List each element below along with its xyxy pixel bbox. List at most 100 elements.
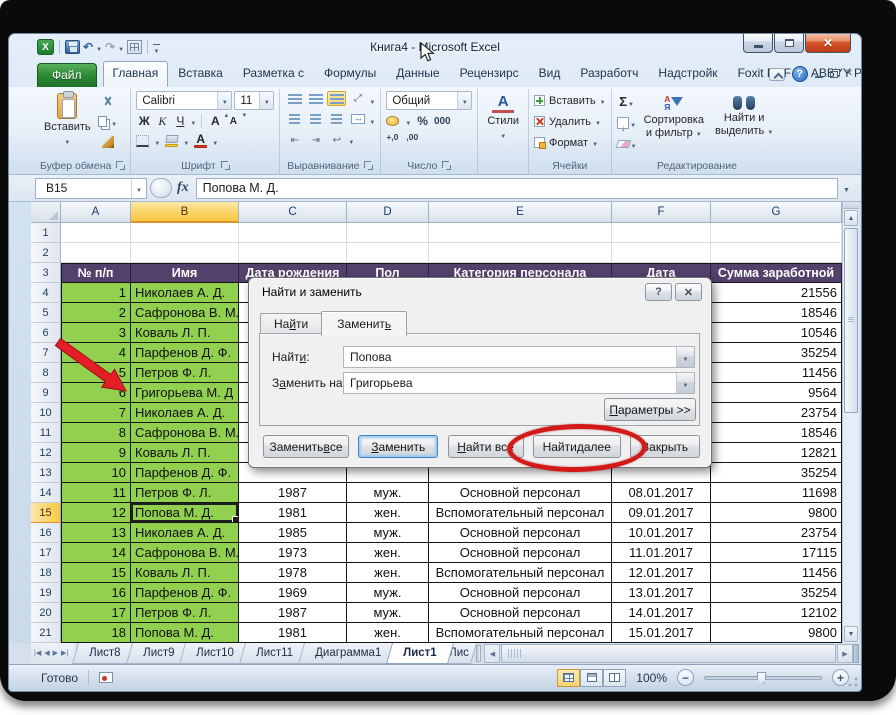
cell-B11[interactable]: Сафронова В. М.: [131, 423, 239, 443]
cell-G3[interactable]: Сумма заработной: [711, 263, 842, 283]
paste-button[interactable]: Вставить: [40, 91, 95, 150]
autosum-button[interactable]: Σ: [617, 93, 637, 110]
cell-A10[interactable]: 7: [61, 403, 131, 423]
cell-C14[interactable]: 1987: [239, 483, 347, 503]
cell-A17[interactable]: 14: [61, 543, 131, 563]
cell-G11[interactable]: 18546: [711, 423, 842, 443]
row-header-13[interactable]: 13: [31, 463, 61, 483]
cell-G16[interactable]: 23754: [711, 523, 842, 543]
cell-G20[interactable]: 12102: [711, 603, 842, 623]
horizontal-scroll-thumb[interactable]: [501, 644, 836, 663]
shrink-font-button[interactable]: А ▼: [225, 113, 248, 129]
scroll-up-icon[interactable]: [844, 210, 858, 226]
borders-icon[interactable]: [136, 135, 150, 147]
options-button[interactable]: Параметры >>: [604, 398, 696, 421]
cell-A18[interactable]: 15: [61, 563, 131, 583]
cell-G12[interactable]: 12821: [711, 443, 842, 463]
cell-A4[interactable]: 1: [61, 283, 131, 303]
cell-B5[interactable]: Сафронова В. М.: [131, 303, 239, 323]
vertical-split-handle[interactable]: [843, 202, 859, 209]
decrease-decimal-button[interactable]: ,00: [406, 132, 418, 142]
undo-icon[interactable]: ↶: [83, 40, 93, 54]
cell-B10[interactable]: Николаев А. Д.: [131, 403, 239, 423]
cell-A12[interactable]: 9: [61, 443, 131, 463]
excel-logo-icon[interactable]: [37, 39, 54, 55]
cell-C21[interactable]: 1981: [239, 623, 347, 643]
hscroll-left-icon[interactable]: [484, 644, 501, 663]
select-all-corner[interactable]: [31, 202, 61, 223]
mini-minimize-icon[interactable]: [814, 76, 823, 78]
row-header-14[interactable]: 14: [31, 483, 61, 503]
button-Заменить все[interactable]: Заменить в се: [263, 435, 349, 458]
cell-G6[interactable]: 10546: [711, 323, 842, 343]
cell-F19[interactable]: 13.01.2017: [612, 583, 711, 603]
increase-indent-button[interactable]: [306, 131, 325, 146]
cell-G21[interactable]: 9800: [711, 623, 842, 643]
styles-button[interactable]: А Стили: [483, 91, 523, 143]
sheet-tab-Диаграмма1[interactable]: Диаграмма1: [297, 643, 398, 664]
cell-C17[interactable]: 1973: [239, 543, 347, 563]
increase-decimal-button[interactable]: +,0: [386, 132, 398, 142]
cell-G14[interactable]: 11698: [711, 483, 842, 503]
cell-F2[interactable]: [612, 243, 711, 263]
undo-dropdown-icon[interactable]: [96, 38, 102, 56]
cell-B15[interactable]: Попова М. Д.: [131, 503, 239, 523]
cell-F1[interactable]: [612, 223, 711, 243]
cell-B16[interactable]: Николаев А. Д.: [131, 523, 239, 543]
tab-splitter[interactable]: [476, 645, 482, 662]
mini-restore-icon[interactable]: [829, 70, 838, 78]
column-header-A[interactable]: A: [61, 202, 131, 223]
number-format-combo[interactable]: Общий: [386, 91, 473, 110]
row-header-15[interactable]: 15: [31, 503, 61, 523]
row-header-11[interactable]: 11: [31, 423, 61, 443]
tab-Разработч[interactable]: Разработч: [570, 61, 648, 87]
row-header-16[interactable]: 16: [31, 523, 61, 543]
column-header-F[interactable]: F: [612, 202, 711, 223]
format-painter-button[interactable]: [98, 133, 118, 150]
cell-F15[interactable]: 09.01.2017: [612, 503, 711, 523]
replace-input[interactable]: Григорьева: [343, 372, 695, 394]
collapse-ribbon-icon[interactable]: [768, 67, 785, 81]
formula-input[interactable]: Попова М. Д.: [195, 177, 838, 199]
bold-button[interactable]: Ж: [136, 113, 152, 129]
tab-Вид[interactable]: Вид: [529, 61, 571, 87]
align-right-button[interactable]: [327, 111, 346, 126]
tab-Главная[interactable]: Главная: [102, 61, 169, 87]
row-header-18[interactable]: 18: [31, 563, 61, 583]
cell-B14[interactable]: Петров Ф. Л.: [131, 483, 239, 503]
row-header-21[interactable]: 21: [31, 623, 61, 643]
row-header-12[interactable]: 12: [31, 443, 61, 463]
align-bottom-button[interactable]: [327, 91, 347, 106]
cell-F17[interactable]: 11.01.2017: [612, 543, 711, 563]
cell-G9[interactable]: 9564: [711, 383, 842, 403]
dialog-tab-Заменить[interactable]: Заменить: [321, 311, 408, 336]
cell-A15[interactable]: 12: [61, 503, 131, 523]
cell-A1[interactable]: [61, 223, 131, 243]
cell-G13[interactable]: 35254: [711, 463, 842, 483]
cell-B6[interactable]: Коваль Л. П.: [131, 323, 239, 343]
cut-button[interactable]: [98, 93, 118, 110]
cell-E17[interactable]: Основной персонал: [429, 543, 612, 563]
redo-icon[interactable]: ↷: [105, 40, 115, 54]
zoom-level[interactable]: 100%: [636, 671, 667, 685]
column-header-E[interactable]: E: [429, 202, 612, 223]
tab-Рецензирс[interactable]: Рецензирс: [450, 61, 529, 87]
cell-D17[interactable]: жен.: [347, 543, 429, 563]
copy-button[interactable]: [98, 113, 118, 130]
button-Найти далее[interactable]: Найти д алее: [532, 435, 621, 458]
cell-D15[interactable]: жен.: [347, 503, 429, 523]
align-left-button[interactable]: [285, 111, 304, 126]
cell-F16[interactable]: 10.01.2017: [612, 523, 711, 543]
find-input[interactable]: Попова: [343, 346, 695, 368]
currency-icon[interactable]: [386, 116, 400, 126]
cell-C2[interactable]: [239, 243, 347, 263]
cell-F14[interactable]: 08.01.2017: [612, 483, 711, 503]
row-header-4[interactable]: 4: [31, 283, 61, 303]
prev-sheet-icon[interactable]: [44, 650, 49, 657]
tab-file[interactable]: Файл: [37, 63, 97, 87]
cell-F21[interactable]: 15.01.2017: [612, 623, 711, 643]
align-middle-button[interactable]: [306, 91, 325, 106]
font-size-combo[interactable]: 11: [234, 91, 275, 110]
resize-grip[interactable]: [848, 677, 858, 687]
cell-D21[interactable]: жен.: [347, 623, 429, 643]
